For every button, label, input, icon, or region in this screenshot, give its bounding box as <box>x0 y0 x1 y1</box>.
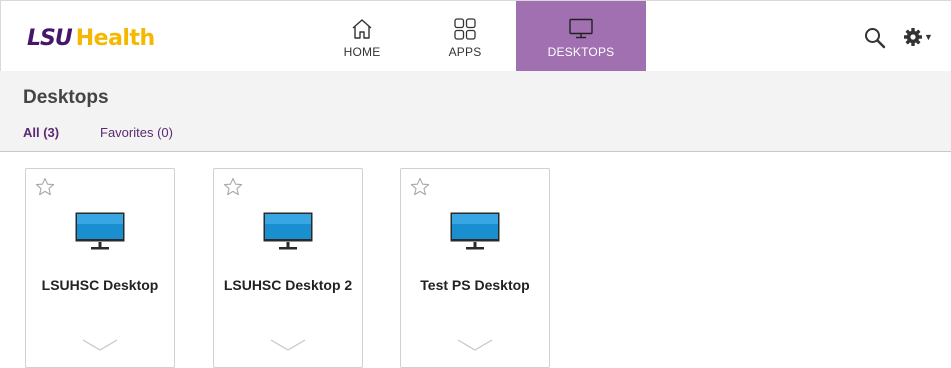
desktop-monitor-icon <box>75 212 125 250</box>
desktop-tile[interactable]: LSUHSC Desktop 2 <box>213 168 363 368</box>
filter-tab-favorites[interactable]: Favorites (0) <box>100 125 173 140</box>
desktop-monitor-icon <box>263 212 313 250</box>
search-button[interactable] <box>863 26 887 50</box>
expand-chevron-icon[interactable] <box>457 339 493 351</box>
apps-grid-icon <box>454 18 476 40</box>
monitor-icon <box>569 18 593 39</box>
desktop-tile[interactable]: LSUHSC Desktop <box>25 168 175 368</box>
lsu-health-logo[interactable]: LSU Health <box>27 23 155 53</box>
desktop-monitor-icon <box>450 212 500 250</box>
search-icon <box>865 28 886 49</box>
favorite-star-icon[interactable] <box>223 177 243 197</box>
desktop-name: LSUHSC Desktop <box>41 277 159 293</box>
nav-apps-label: APPS <box>448 45 482 59</box>
expand-chevron-icon[interactable] <box>270 339 306 351</box>
gear-icon <box>904 28 922 46</box>
desktop-name: LSUHSC Desktop 2 <box>223 277 353 293</box>
page-header: Desktops All (3) Favorites (0) <box>0 71 951 152</box>
page-title: Desktops <box>23 87 109 108</box>
logo-health-text: Health <box>75 25 155 51</box>
favorite-star-icon[interactable] <box>35 177 55 197</box>
nav-desktops-label: DESKTOPS <box>547 45 615 59</box>
expand-chevron-icon[interactable] <box>82 339 118 351</box>
top-nav-bar: LSU Health HOME APPS DESKTOPS ▼ <box>0 0 951 72</box>
nav-home[interactable]: HOME <box>310 1 414 72</box>
chevron-down-icon: ▼ <box>924 32 933 42</box>
desktop-tile[interactable]: Test PS Desktop <box>400 168 550 368</box>
settings-menu-button[interactable]: ▼ <box>903 25 935 49</box>
filter-tab-all[interactable]: All (3) <box>23 125 59 140</box>
favorite-star-icon[interactable] <box>410 177 430 197</box>
nav-desktops[interactable]: DESKTOPS <box>516 1 646 72</box>
nav-home-label: HOME <box>343 45 381 59</box>
logo-lsu-text: LSU <box>27 25 73 51</box>
home-icon <box>352 19 372 39</box>
desktop-name: Test PS Desktop <box>420 277 530 293</box>
nav-apps[interactable]: APPS <box>413 1 517 72</box>
